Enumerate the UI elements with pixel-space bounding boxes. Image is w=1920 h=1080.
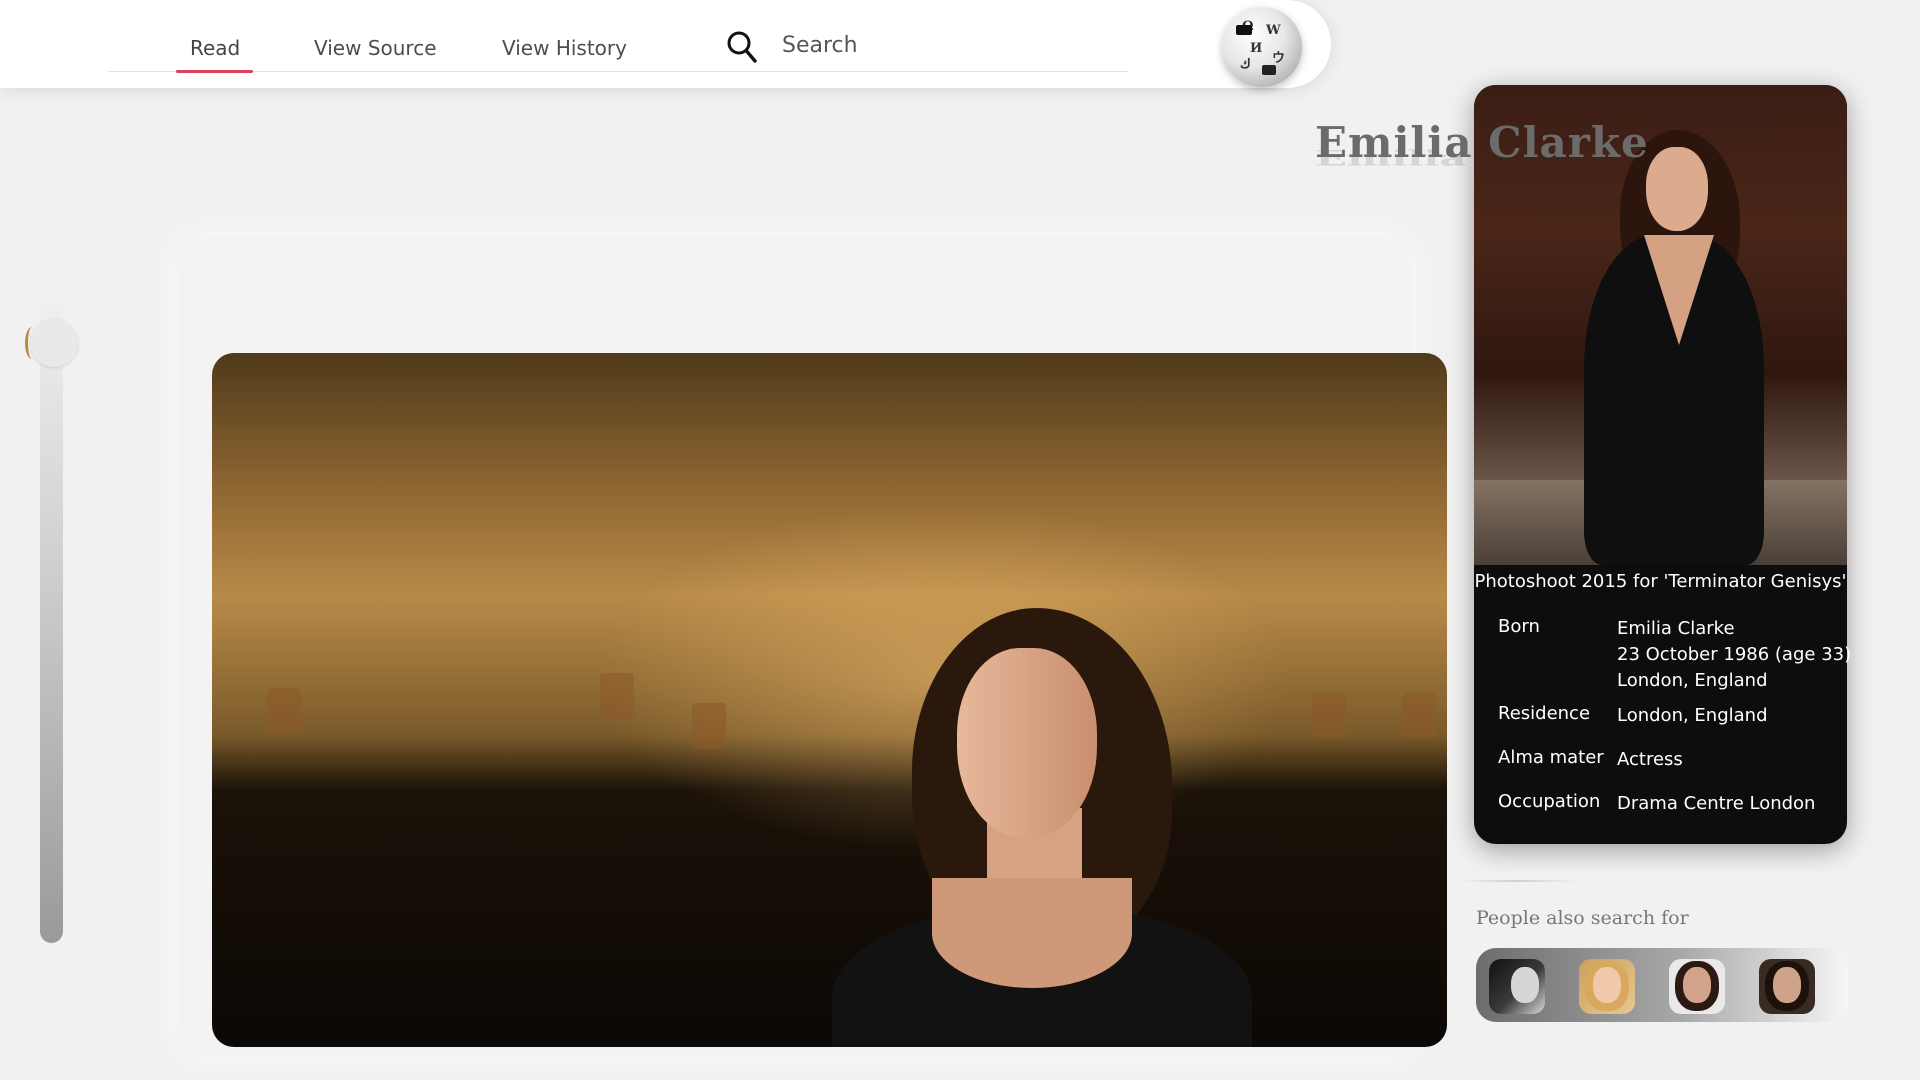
people-also-search-strip	[1476, 948, 1848, 1022]
photo-lamp	[1312, 693, 1346, 739]
vertical-slider-track[interactable]	[40, 280, 63, 943]
infobox	[1474, 85, 1847, 844]
infobox-label: Residence	[1498, 703, 1591, 724]
person-thumbnail[interactable]	[1579, 959, 1635, 1014]
top-nav-bar: Read View Source View History Search Ω W…	[0, 0, 1331, 88]
infobox-value: Emilia Clarke	[1617, 618, 1735, 639]
infobox-label: Born	[1498, 616, 1540, 637]
infobox-label: Occupation	[1498, 791, 1601, 812]
person-thumbnail[interactable]	[1489, 959, 1545, 1014]
infobox-value: Drama Centre London	[1617, 793, 1816, 814]
vertical-slider-knob[interactable]	[30, 318, 78, 367]
photo-subject	[832, 608, 1252, 1047]
photo-lamp	[600, 673, 634, 719]
active-tab-indicator	[176, 70, 253, 73]
infobox-value: London, England	[1617, 670, 1768, 691]
infobox-caption: Photoshoot 2015 for 'Terminator Genisys'	[1474, 571, 1847, 592]
infobox-value: London, England	[1617, 705, 1768, 726]
nav-divider	[108, 71, 1128, 72]
photo-lamp	[267, 688, 301, 734]
person-thumbnail[interactable]	[1759, 959, 1815, 1014]
tab-view-source[interactable]: View Source	[314, 36, 437, 60]
person-thumbnail[interactable]	[1669, 959, 1725, 1014]
people-also-search-title: People also search for	[1476, 907, 1689, 929]
photo-lamp	[1402, 693, 1436, 739]
infobox-label: Alma mater	[1498, 747, 1604, 768]
tab-read[interactable]: Read	[190, 36, 240, 60]
infobox-value: 23 October 1986 (age 33)	[1617, 644, 1852, 665]
main-article-photo	[212, 353, 1447, 1047]
photo-lamp	[692, 703, 726, 749]
wikipedia-globe-icon[interactable]: Ω W И ウ ك	[1222, 7, 1302, 87]
section-divider	[1458, 880, 1578, 882]
tab-view-history[interactable]: View History	[502, 36, 627, 60]
page-title: Emilia Clarke	[1315, 118, 1649, 167]
infobox-value: Actress	[1617, 749, 1683, 770]
search-icon[interactable]	[726, 30, 758, 64]
search-input[interactable]: Search	[782, 33, 858, 58]
